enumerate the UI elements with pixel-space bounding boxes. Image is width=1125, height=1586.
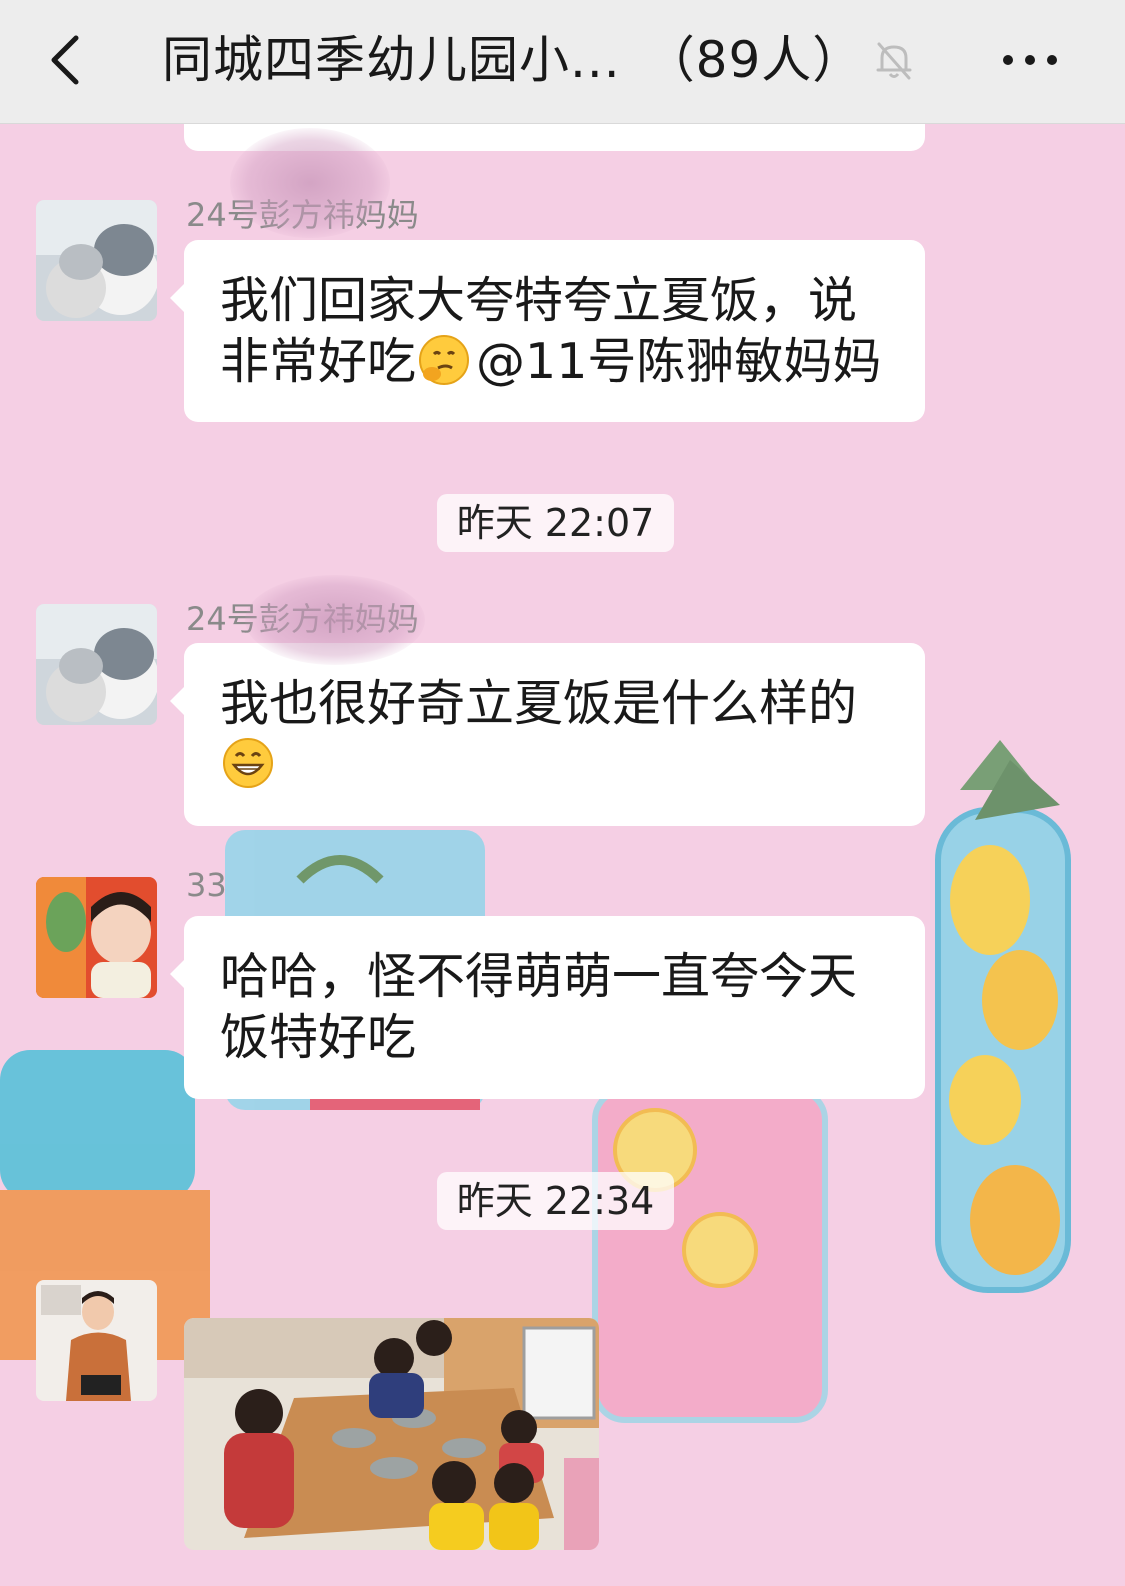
message-text-line: 我也很好奇立夏饭是什么样的 <box>220 675 858 732</box>
avatar-child[interactable] <box>36 877 157 998</box>
message-bubble[interactable]: 哈哈，怪不得萌萌一直夸今天 饭特好吃 <box>170 916 925 1099</box>
more-dots-icon <box>1003 55 1057 65</box>
group-name: 同城四季幼儿园小... <box>162 31 621 89</box>
message-bubble[interactable]: 我们回家大夸特夸立夏饭，说 非常好吃 @11号陈翀敏妈妈 <box>170 240 925 422</box>
sender-name: 33 <box>186 866 227 904</box>
sender-name: 24号彭方祎妈妈 <box>186 600 419 638</box>
chat-header: 同城四季幼儿园小... （89人） <box>0 0 1125 124</box>
message-text-line <box>220 734 889 795</box>
chat-title: 同城四季幼儿园小... （89人） <box>162 30 863 90</box>
avatar-cat[interactable] <box>36 200 157 321</box>
avatar-boy[interactable] <box>36 1280 157 1401</box>
thinking-face-icon <box>419 335 470 385</box>
chevron-left-icon <box>51 35 79 85</box>
message-text-line: 哈哈，怪不得萌萌一直夸今天 <box>220 948 858 1005</box>
message-bubble[interactable]: 我也很好奇立夏饭是什么样的 <box>170 643 925 826</box>
sender-name: 24号彭方祎妈妈 <box>186 196 419 234</box>
previous-message-bubble[interactable] <box>184 124 925 151</box>
message-text-line: 非常好吃 @11号陈翀敏妈妈 <box>220 333 882 390</box>
timestamp: 昨天 22:34 <box>437 1172 674 1230</box>
more-options-button[interactable] <box>1000 42 1060 78</box>
timestamp: 昨天 22:07 <box>437 494 674 552</box>
mention[interactable]: @11号陈翀敏妈妈 <box>476 333 881 390</box>
message-text-line: 我们回家大夸特夸立夏饭，说 <box>220 272 858 329</box>
member-count: （89人） <box>644 31 864 89</box>
wallpaper-bottle-right <box>935 740 1071 1293</box>
message-text-line: 饭特好吃 <box>220 1009 417 1066</box>
bell-muted-icon <box>872 38 916 82</box>
grinning-face-icon <box>223 738 273 788</box>
shared-photo[interactable] <box>184 1318 599 1550</box>
wallpaper-bottle-center <box>592 1087 828 1423</box>
avatar-cat[interactable] <box>36 604 157 725</box>
back-button[interactable] <box>44 30 94 90</box>
